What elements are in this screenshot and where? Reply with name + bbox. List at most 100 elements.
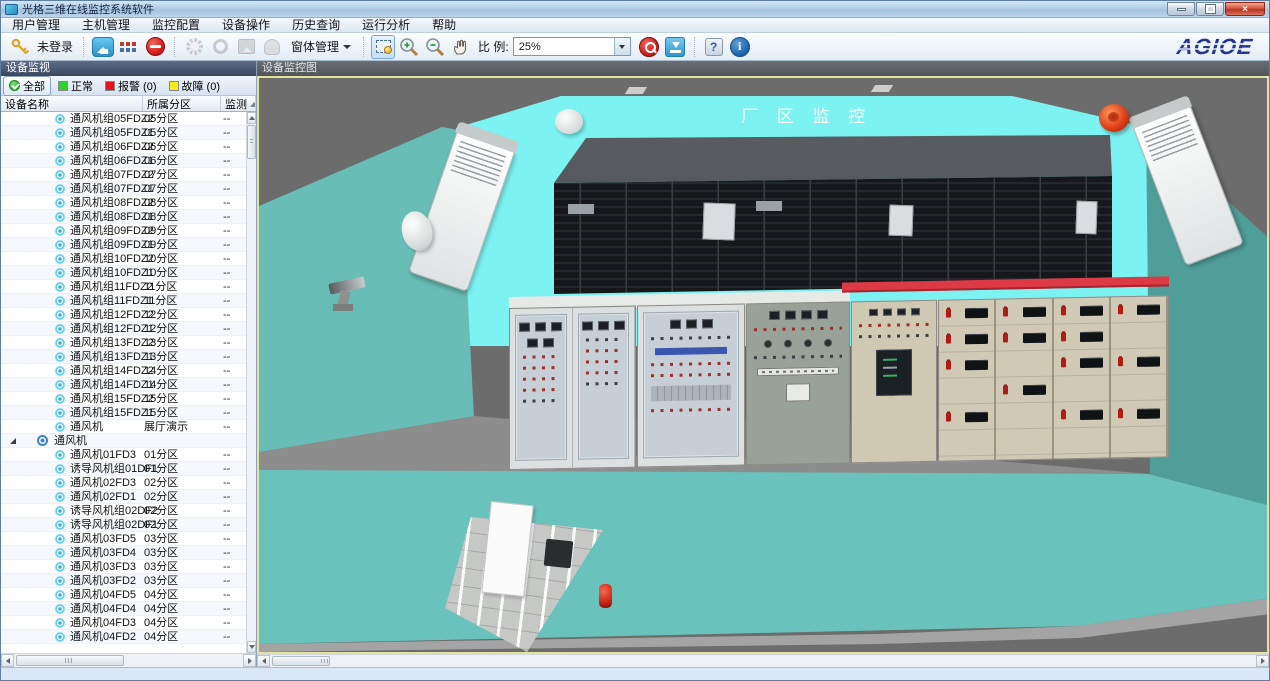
device-table-vscrollbar[interactable]	[246, 112, 256, 653]
table-row[interactable]: 通风机组06FDZ206分区--	[1, 140, 246, 154]
locate-button[interactable]	[637, 35, 661, 59]
table-row[interactable]: 通风机04FD204分区--	[1, 630, 246, 644]
combo-dropdown-button[interactable]	[614, 38, 630, 55]
table-row[interactable]: 通风机组14FDZ114分区--	[1, 378, 246, 392]
device-monitor-value: --	[223, 616, 230, 630]
close-button[interactable]: ×	[1225, 2, 1265, 16]
table-row[interactable]: 通风机组06FDZ106分区--	[1, 154, 246, 168]
table-row[interactable]: 通风机组05FDZ105分区--	[1, 126, 246, 140]
menu-history-query[interactable]: 历史查询	[281, 18, 351, 33]
menu-help[interactable]: 帮助	[421, 18, 467, 33]
table-row[interactable]: 通风机组11FDZ111分区--	[1, 294, 246, 308]
device-monitor-value: --	[223, 476, 230, 490]
table-row[interactable]: 通风机展厅演示--	[1, 420, 246, 434]
about-button[interactable]: i	[728, 35, 752, 59]
device-zone: 08分区	[144, 196, 178, 210]
table-row[interactable]: 通风机组12FDZ212分区--	[1, 308, 246, 322]
refresh-button	[182, 35, 206, 59]
scroll-right-arrow[interactable]	[1256, 655, 1269, 667]
help-button[interactable]: ?	[702, 35, 726, 59]
filter-normal-button[interactable]: 正常	[53, 77, 98, 95]
table-row[interactable]: 通风机01FD301分区--	[1, 448, 246, 462]
maximize-button[interactable]	[1196, 2, 1224, 16]
vscroll-thumb[interactable]	[247, 125, 256, 159]
device-name: 通风机组09FDZ1	[70, 238, 154, 252]
table-row[interactable]: 通风机组11FDZ211分区--	[1, 280, 246, 294]
device-icon	[55, 478, 65, 488]
device-zone: 03分区	[144, 546, 178, 560]
login-button[interactable]	[8, 35, 32, 59]
home-button[interactable]	[91, 35, 115, 59]
select-tool-button[interactable]	[371, 35, 395, 59]
zoom-in-button[interactable]	[397, 35, 421, 59]
table-row[interactable]: 通风机04FD404分区--	[1, 602, 246, 616]
table-row[interactable]: 诱导风机组01DF101分区--	[1, 462, 246, 476]
scroll-left-arrow[interactable]	[1, 654, 14, 667]
device-table-hscrollbar[interactable]	[1, 653, 256, 667]
table-row[interactable]: 通风机02FD302分区--	[1, 476, 246, 490]
table-row[interactable]: 通风机02FD102分区--	[1, 490, 246, 504]
table-row[interactable]: 通风机组09FDZ109分区--	[1, 238, 246, 252]
table-row[interactable]: 通风机组09FDZ209分区--	[1, 224, 246, 238]
table-row[interactable]: 通风机组12FDZ112分区--	[1, 322, 246, 336]
table-row[interactable]: 通风机03FD403分区--	[1, 546, 246, 560]
scene-3d[interactable]: 厂 区 监 控	[259, 78, 1267, 652]
minimize-button[interactable]	[1167, 2, 1195, 16]
table-row[interactable]: 诱导风机组02DF202分区--	[1, 504, 246, 518]
table-row[interactable]: 通风机04FD504分区--	[1, 588, 246, 602]
stop-button[interactable]	[143, 35, 167, 59]
table-row[interactable]: 通风机组13FDZ113分区--	[1, 350, 246, 364]
scroll-up-arrow[interactable]	[247, 112, 256, 124]
tree-group-row[interactable]: 通风机	[1, 434, 246, 448]
pan-hand-icon	[451, 37, 471, 57]
window-manage-label: 窗体管理	[291, 38, 339, 55]
zoom-out-button[interactable]	[423, 35, 447, 59]
device-monitor-value: --	[223, 588, 230, 602]
viewport-hscrollbar[interactable]	[257, 654, 1269, 667]
hscroll-thumb[interactable]	[16, 655, 124, 666]
table-row[interactable]: 通风机组07FDZ207分区--	[1, 168, 246, 182]
table-row[interactable]: 通风机组07FDZ107分区--	[1, 182, 246, 196]
menu-run-analysis[interactable]: 运行分析	[351, 18, 421, 33]
table-row[interactable]: 通风机组15FDZ215分区--	[1, 392, 246, 406]
table-row[interactable]: 通风机组14FDZ214分区--	[1, 364, 246, 378]
filter-all-button[interactable]: 全部	[3, 76, 51, 96]
device-name: 通风机组08FDZ2	[70, 196, 154, 210]
scroll-left-arrow[interactable]	[257, 655, 270, 667]
filter-fault-button[interactable]: 故障 (0)	[164, 77, 226, 95]
menu-device-operation[interactable]: 设备操作	[211, 18, 281, 33]
menu-host-management[interactable]: 主机管理	[71, 18, 141, 33]
scale-combobox[interactable]: 25%	[513, 37, 631, 56]
column-zone[interactable]: 所属分区	[143, 96, 221, 111]
window-manage-button[interactable]: 窗体管理	[286, 35, 356, 59]
device-monitor-value: --	[223, 224, 230, 238]
scroll-right-arrow[interactable]	[243, 654, 256, 667]
filter-alarm-button[interactable]: 报警 (0)	[100, 77, 162, 95]
table-row[interactable]: 通风机组15FDZ115分区--	[1, 406, 246, 420]
table-row[interactable]: 通风机03FD303分区--	[1, 560, 246, 574]
column-monitor[interactable]: 监测	[221, 96, 256, 111]
table-row[interactable]: 通风机04FD304分区--	[1, 616, 246, 630]
table-row[interactable]: 通风机组13FDZ213分区--	[1, 336, 246, 350]
menu-monitor-config[interactable]: 监控配置	[141, 18, 211, 33]
hscroll-thumb[interactable]	[272, 656, 330, 666]
table-row[interactable]: 通风机组10FDZ210分区--	[1, 252, 246, 266]
device-monitor-value: --	[223, 602, 230, 616]
save-view-button[interactable]	[663, 35, 687, 59]
scroll-down-arrow[interactable]	[247, 641, 256, 653]
table-row[interactable]: 通风机组08FDZ108分区--	[1, 210, 246, 224]
column-device-name[interactable]: 设备名称	[1, 96, 143, 111]
table-row[interactable]: 诱导风机组02DF102分区--	[1, 518, 246, 532]
device-name: 通风机组08FDZ1	[70, 210, 154, 224]
table-row[interactable]: 通风机组10FDZ110分区--	[1, 266, 246, 280]
table-row[interactable]: 通风机03FD503分区--	[1, 532, 246, 546]
table-row[interactable]: 通风机组05FDZ205分区--	[1, 112, 246, 126]
pan-button[interactable]	[449, 35, 473, 59]
table-row[interactable]: 通风机03FD203分区--	[1, 574, 246, 588]
table-row[interactable]: 通风机组08FDZ208分区--	[1, 196, 246, 210]
device-monitor-value: --	[223, 182, 230, 196]
expander-icon[interactable]	[10, 438, 16, 444]
config-button[interactable]	[117, 35, 141, 59]
menu-user-management[interactable]: 用户管理	[1, 18, 71, 33]
device-zone: 09分区	[144, 224, 178, 238]
